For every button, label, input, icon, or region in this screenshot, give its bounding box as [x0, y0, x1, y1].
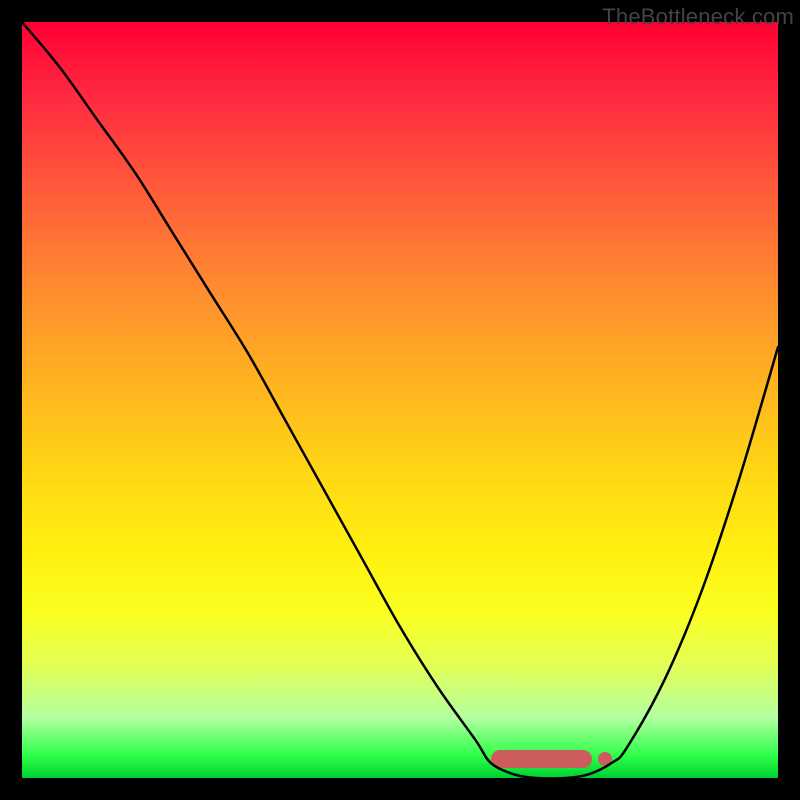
plot-area: [22, 22, 778, 778]
watermark-text: TheBottleneck.com: [602, 4, 794, 30]
bottleneck-curve: [22, 22, 778, 778]
chart-container: TheBottleneck.com: [0, 0, 800, 800]
